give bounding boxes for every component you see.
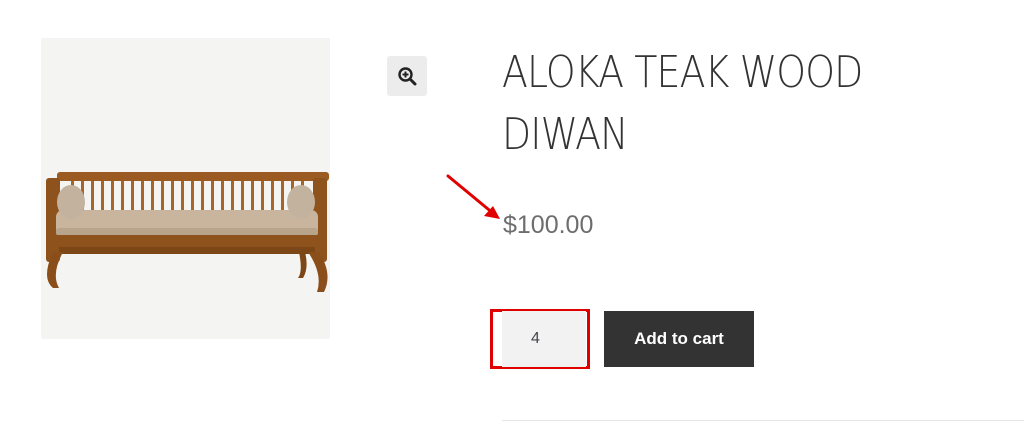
annotation-arrow [446, 174, 500, 219]
product-title: ALOKA TEAK WOOD DIWAN [502, 47, 863, 160]
zoom-in-icon [398, 67, 417, 86]
product-gallery [41, 38, 330, 339]
add-to-cart-button[interactable]: Add to cart [604, 311, 754, 367]
divider [502, 420, 1024, 421]
product-price: $100.00 [503, 211, 594, 239]
zoom-button[interactable] [387, 56, 427, 96]
quantity-input[interactable] [502, 311, 586, 367]
product-image-diwan[interactable] [41, 38, 330, 339]
